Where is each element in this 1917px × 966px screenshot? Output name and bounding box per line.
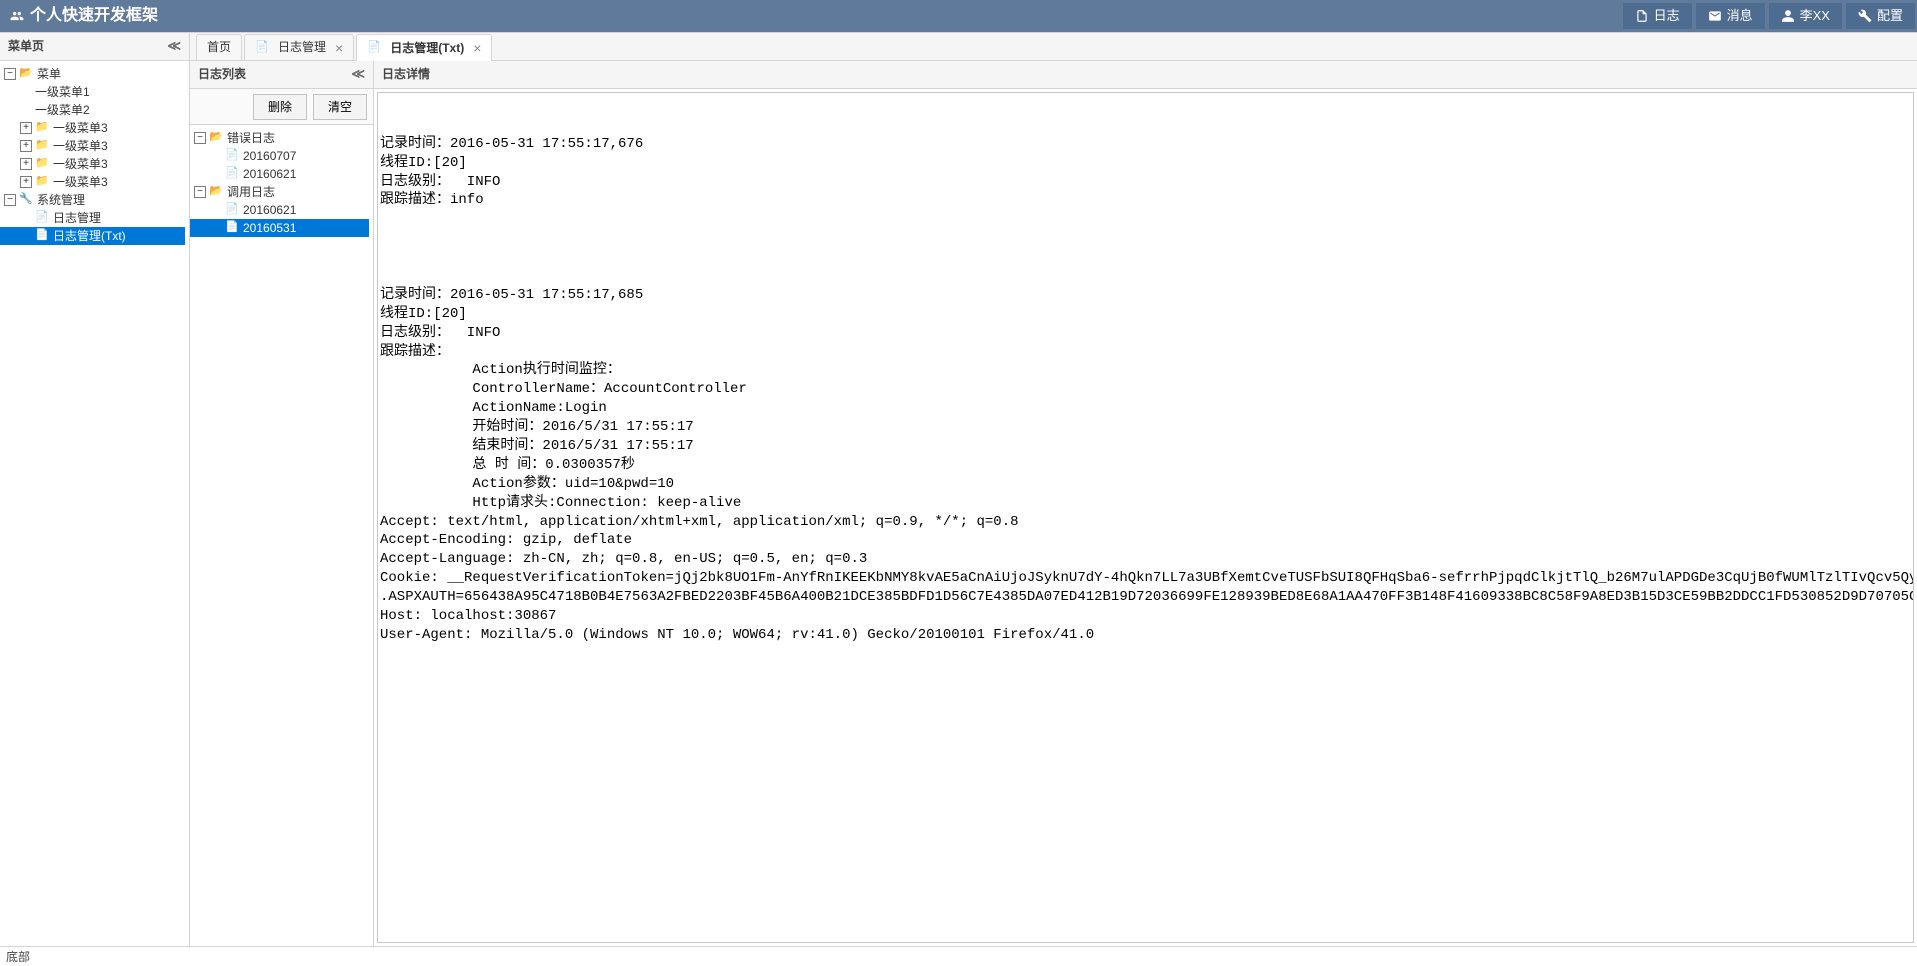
- users-icon: [10, 9, 24, 23]
- folder-open-icon: [19, 67, 33, 81]
- toggle-icon[interactable]: +: [20, 176, 32, 188]
- folder-icon: [35, 139, 49, 153]
- tree-node[interactable]: +一级菜单3: [0, 173, 185, 191]
- tab-log[interactable]: 日志管理×: [244, 34, 354, 60]
- file-icon: [35, 211, 49, 225]
- toggle-icon[interactable]: +: [20, 140, 32, 152]
- delete-button[interactable]: 删除: [253, 94, 307, 120]
- file-icon: [225, 167, 239, 181]
- sidebar-header: 菜单页 ≪: [0, 33, 189, 61]
- file-icon: [225, 221, 239, 235]
- tree-node-root[interactable]: −菜单: [0, 65, 185, 83]
- folder-icon: [35, 121, 49, 135]
- footer: 底部: [0, 946, 1917, 966]
- log-list-toolbar: 删除 清空: [190, 89, 373, 125]
- sidebar-title: 菜单页: [8, 38, 44, 55]
- folder-icon: [35, 157, 49, 171]
- file-icon: [35, 229, 49, 243]
- toggle-icon[interactable]: −: [4, 194, 16, 206]
- top-bar: 个人快速开发框架 日志 消息 李XX 配置: [0, 0, 1917, 32]
- tree-node-file[interactable]: 20160621: [190, 201, 369, 219]
- tree-node-system[interactable]: −系统管理: [0, 191, 185, 209]
- log-list-title: 日志列表: [198, 66, 246, 83]
- log-content[interactable]: [377, 92, 1914, 943]
- log-detail-header: 日志详情: [374, 61, 1917, 89]
- tree-node-file[interactable]: 20160621: [190, 165, 369, 183]
- tree-node[interactable]: 一级菜单2: [0, 101, 185, 119]
- folder-icon: [35, 175, 49, 189]
- toggle-icon[interactable]: −: [194, 132, 206, 144]
- app-title: 个人快速开发框架: [30, 5, 158, 27]
- file-icon: [225, 149, 239, 163]
- tree-node-call-folder[interactable]: −调用日志: [190, 183, 369, 201]
- tab-log-txt[interactable]: 日志管理(Txt)×: [356, 34, 492, 61]
- tab-bar: 首页 日志管理× 日志管理(Txt)×: [190, 33, 1917, 61]
- folder-open-icon: [209, 185, 223, 199]
- file-icon: [225, 203, 239, 217]
- tree-node-log-mgr[interactable]: 日志管理: [0, 209, 185, 227]
- file-icon: [367, 41, 381, 55]
- close-icon[interactable]: ×: [335, 41, 343, 55]
- tree-node-err-folder[interactable]: −错误日志: [190, 129, 369, 147]
- log-detail-panel: 日志详情: [374, 61, 1917, 946]
- mail-icon: [1708, 9, 1722, 23]
- collapse-icon[interactable]: ≪: [167, 37, 181, 55]
- tree-node-file[interactable]: 20160707: [190, 147, 369, 165]
- wrench-icon: [1858, 9, 1872, 23]
- close-icon[interactable]: ×: [473, 41, 481, 55]
- file-icon: [255, 41, 269, 55]
- menu-tree: −菜单 一级菜单1 一级菜单2 +一级菜单3 +一级菜单3 +一级菜单3 +一级…: [0, 61, 189, 249]
- log-detail-title: 日志详情: [382, 66, 430, 83]
- top-user-button[interactable]: 李XX: [1769, 3, 1842, 29]
- toggle-icon[interactable]: +: [20, 122, 32, 134]
- tree-node-file-selected[interactable]: 20160531: [190, 219, 369, 237]
- file-icon: [1635, 9, 1649, 23]
- tree-node[interactable]: 一级菜单1: [0, 83, 185, 101]
- tree-node[interactable]: +一级菜单3: [0, 155, 185, 173]
- toggle-icon[interactable]: +: [20, 158, 32, 170]
- log-list-header: 日志列表 ≪: [190, 61, 373, 89]
- top-config-button[interactable]: 配置: [1846, 3, 1915, 29]
- log-tree: −错误日志 20160707 20160621 −调用日志 20160621 2…: [190, 125, 373, 241]
- top-log-button[interactable]: 日志: [1623, 3, 1692, 29]
- toggle-icon[interactable]: −: [4, 68, 16, 80]
- clear-button[interactable]: 清空: [313, 94, 367, 120]
- collapse-icon[interactable]: ≪: [351, 65, 365, 83]
- tree-node[interactable]: +一级菜单3: [0, 119, 185, 137]
- wrench-icon: [19, 193, 33, 207]
- tree-node[interactable]: +一级菜单3: [0, 137, 185, 155]
- top-message-button[interactable]: 消息: [1696, 3, 1765, 29]
- tree-node-log-mgr-txt[interactable]: 日志管理(Txt): [0, 227, 185, 245]
- folder-open-icon: [209, 131, 223, 145]
- log-list-panel: 日志列表 ≪ 删除 清空 −错误日志 20160707 20160621 −调用…: [190, 61, 374, 946]
- tab-home[interactable]: 首页: [196, 34, 242, 60]
- user-icon: [1781, 9, 1795, 23]
- toggle-icon[interactable]: −: [194, 186, 206, 198]
- sidebar: 菜单页 ≪ −菜单 一级菜单1 一级菜单2 +一级菜单3 +一级菜单3 +一级菜…: [0, 33, 190, 946]
